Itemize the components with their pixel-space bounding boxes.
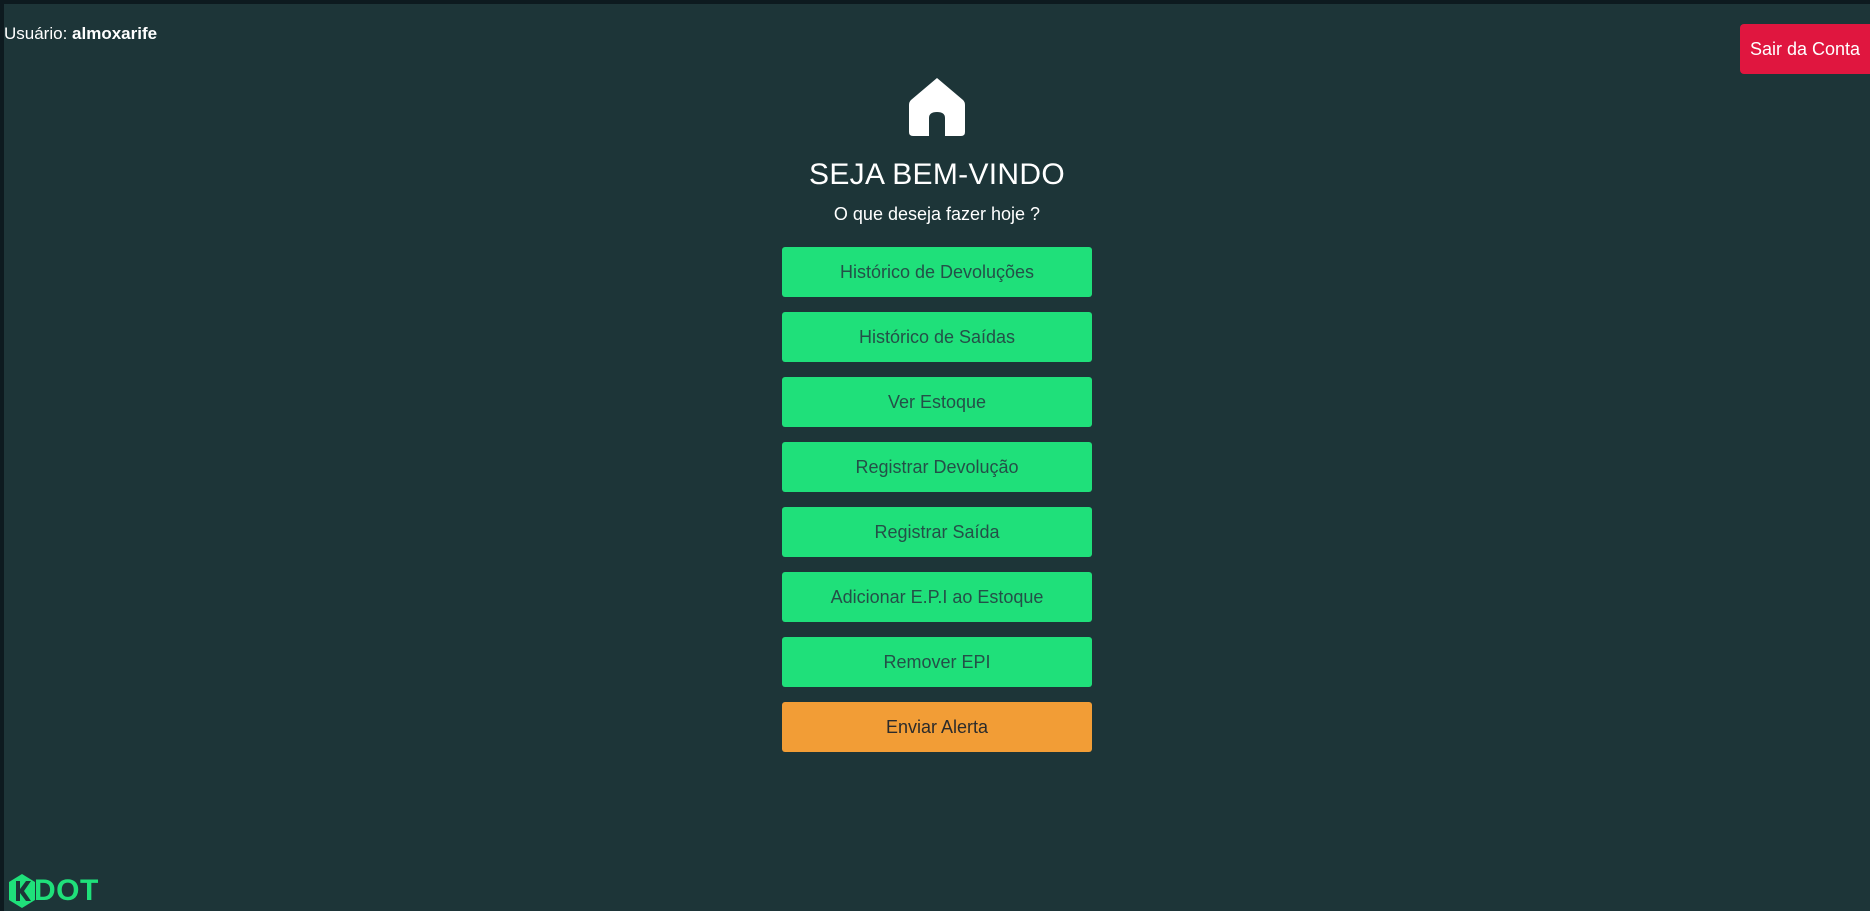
user-label: Usuário: xyxy=(4,24,68,43)
app-container: Usuário: almoxarife Sair da Conta SEJA B… xyxy=(4,4,1870,911)
add-epi-button[interactable]: Adicionar E.P.I ao Estoque xyxy=(782,572,1092,622)
logo-mark-icon xyxy=(9,874,35,908)
logout-button[interactable]: Sair da Conta xyxy=(1740,24,1870,74)
returns-history-button[interactable]: Histórico de Devoluções xyxy=(782,247,1092,297)
action-menu: Histórico de Devoluções Histórico de Saí… xyxy=(782,247,1092,752)
page-subtitle: O que deseja fazer hoje ? xyxy=(833,204,1041,224)
username: almoxarife xyxy=(72,24,158,43)
register-return-button[interactable]: Registrar Devolução xyxy=(782,442,1092,492)
send-alert-button[interactable]: Enviar Alerta xyxy=(782,702,1092,752)
brand-logo: DOT xyxy=(8,871,99,911)
logo-text: DOT xyxy=(34,874,99,907)
home-icon xyxy=(909,78,965,136)
remove-epi-button[interactable]: Remover EPI xyxy=(782,637,1092,687)
register-output-button[interactable]: Registrar Saída xyxy=(782,507,1092,557)
user-info: Usuário: almoxarife xyxy=(4,24,157,44)
page-title: SEJA BEM-VINDO xyxy=(809,158,1065,191)
view-stock-button[interactable]: Ver Estoque xyxy=(782,377,1092,427)
outputs-history-button[interactable]: Histórico de Saídas xyxy=(782,312,1092,362)
welcome-panel: SEJA BEM-VINDO O que deseja fazer hoje ?… xyxy=(4,76,1870,752)
